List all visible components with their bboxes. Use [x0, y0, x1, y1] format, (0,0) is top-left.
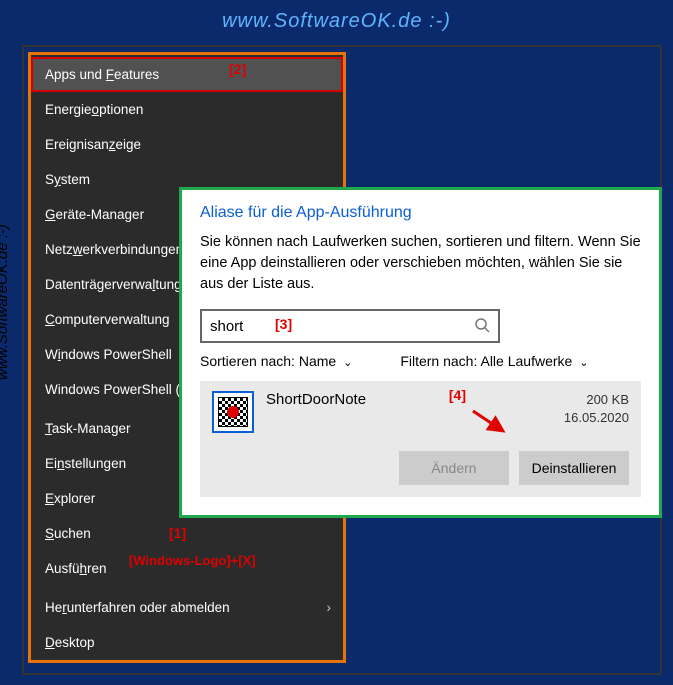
menu-item-label: Suchen: [45, 526, 91, 541]
menu-item-label: Ausführen: [45, 561, 107, 576]
menu-item-label: Datenträgerverwaltung: [45, 277, 182, 292]
menu-item-label: Herunterfahren oder abmelden: [45, 600, 230, 615]
menu-item-label: Computerverwaltung: [45, 312, 170, 327]
menu-item-label: Windows PowerShell: [45, 347, 172, 362]
filter-dropdown[interactable]: Filtern nach: Alle Laufwerke ⌄: [400, 353, 588, 369]
menu-item-label: Desktop: [45, 635, 95, 650]
screenshot-frame: Apps und Features Energieoptionen Ereign…: [22, 45, 662, 675]
chevron-down-icon: ⌄: [579, 357, 588, 369]
menu-item-power-options[interactable]: Energieoptionen: [31, 92, 343, 127]
menu-item-label: Energieoptionen: [45, 102, 143, 117]
filter-row: Sortieren nach: Name ⌄ Filtern nach: All…: [200, 353, 641, 369]
menu-item-label: System: [45, 172, 90, 187]
menu-item-shutdown[interactable]: Herunterfahren oder abmelden ›: [31, 590, 343, 625]
app-list-item[interactable]: ShortDoorNote 200 KB 16.05.2020 [4] Ände…: [200, 381, 641, 497]
menu-item-label: Apps und Features: [45, 67, 159, 82]
app-size: 200 KB: [564, 391, 629, 409]
dialog-title: Aliase für die App-Ausführung: [200, 204, 641, 222]
menu-item-label: Ereignisanzeige: [45, 137, 141, 152]
search-icon: [474, 317, 490, 336]
menu-item-label: Explorer: [45, 491, 95, 506]
menu-item-event-viewer[interactable]: Ereignisanzeige: [31, 127, 343, 162]
menu-item-search[interactable]: Suchen: [31, 516, 343, 551]
menu-item-label: Netzwerkverbindungen: [45, 242, 183, 257]
apps-features-dialog: Aliase für die App-Ausführung Sie können…: [182, 190, 659, 515]
app-name: ShortDoorNote: [266, 391, 564, 408]
side-watermark: www.SoftwareOK.de :-): [0, 224, 11, 380]
search-row: [3]: [200, 309, 641, 343]
chevron-down-icon: ⌄: [343, 357, 352, 369]
app-date: 16.05.2020: [564, 409, 629, 427]
menu-item-label: Einstellungen: [45, 456, 126, 471]
menu-item-apps-features[interactable]: Apps und Features: [31, 57, 343, 92]
filter-value: Alle Laufwerke: [480, 353, 572, 369]
sort-dropdown[interactable]: Sortieren nach: Name ⌄: [200, 353, 352, 369]
sort-label: Sortieren nach:: [200, 353, 295, 369]
dialog-description: Sie können nach Laufwerken suchen, sorti…: [200, 232, 641, 295]
menu-item-desktop[interactable]: Desktop: [31, 625, 343, 660]
menu-item-run[interactable]: Ausführen: [31, 551, 343, 586]
menu-item-label: Geräte-Manager: [45, 207, 144, 222]
uninstall-button[interactable]: Deinstallieren: [519, 451, 629, 485]
menu-item-label: Task-Manager: [45, 421, 131, 436]
app-icon: [212, 391, 254, 433]
sort-value: Name: [299, 353, 336, 369]
search-input[interactable]: [210, 318, 474, 335]
change-button: Ändern: [399, 451, 509, 485]
chevron-right-icon: ›: [327, 600, 332, 615]
search-box[interactable]: [200, 309, 500, 343]
arrow-icon: [471, 407, 511, 437]
dialog-highlight: Aliase für die App-Ausführung Sie können…: [179, 187, 662, 518]
header-site-text: www.SoftwareOK.de :-): [0, 10, 673, 33]
filter-label: Filtern nach:: [400, 353, 477, 369]
